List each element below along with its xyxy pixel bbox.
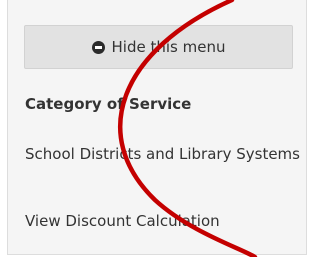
menu-item-view-discount-calculation[interactable]: View Discount Calculation: [25, 209, 300, 233]
hide-menu-button[interactable]: Hide this menu: [24, 25, 293, 69]
sidebar-menu-panel: Hide this menu Category of Service Schoo…: [7, 0, 307, 255]
category-heading: Category of Service: [25, 95, 192, 113]
menu-item-school-districts[interactable]: School Districts and Library Systems: [25, 142, 300, 166]
hide-menu-label: Hide this menu: [111, 38, 226, 56]
minus-circle-icon: [91, 40, 105, 54]
